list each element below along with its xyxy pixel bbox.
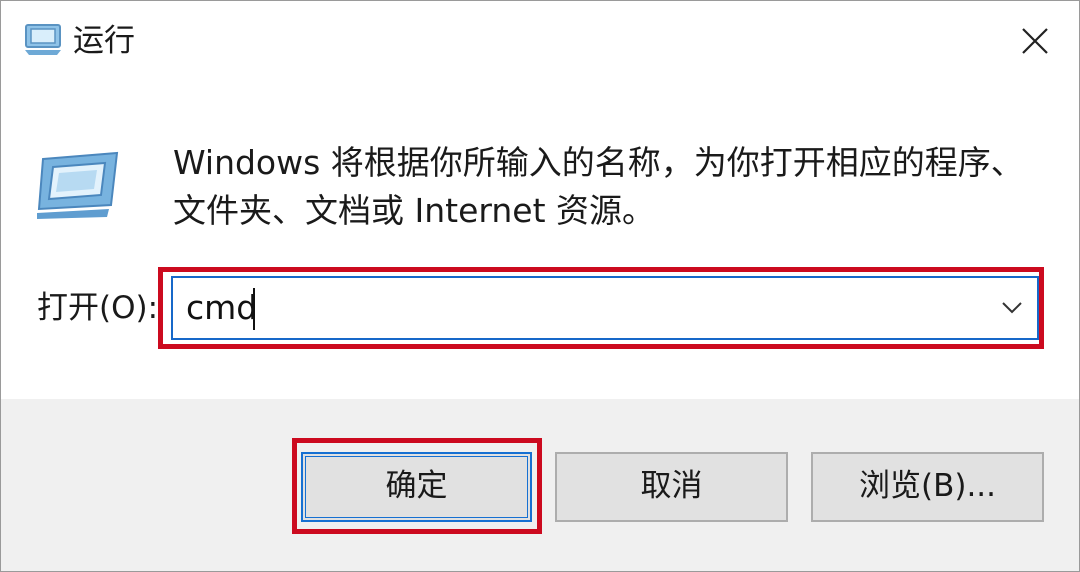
open-combobox[interactable]: cmd xyxy=(171,276,1039,340)
dialog-description: Windows 将根据你所输入的名称，为你打开相应的程序、文件夹、文档或 Int… xyxy=(173,143,1024,230)
run-dialog-icon xyxy=(25,24,61,55)
cancel-button[interactable]: 取消 xyxy=(555,452,788,522)
close-icon xyxy=(1022,28,1048,54)
dropdown-button[interactable] xyxy=(993,288,1031,328)
browse-button[interactable]: 浏览(B)... xyxy=(811,452,1044,522)
ok-button[interactable]: 确定 xyxy=(301,452,532,522)
text-caret xyxy=(253,288,255,330)
run-program-icon xyxy=(37,151,119,219)
chevron-down-icon xyxy=(1002,302,1022,314)
close-button[interactable] xyxy=(1005,13,1065,69)
open-label: 打开(O): xyxy=(37,290,159,326)
window-title: 运行 xyxy=(73,23,135,59)
open-input-value[interactable]: cmd xyxy=(186,288,257,328)
run-dialog: 运行 Windows 将根据你所输入的名称，为你打开相应的程序、文件夹、文档或 … xyxy=(0,0,1080,572)
